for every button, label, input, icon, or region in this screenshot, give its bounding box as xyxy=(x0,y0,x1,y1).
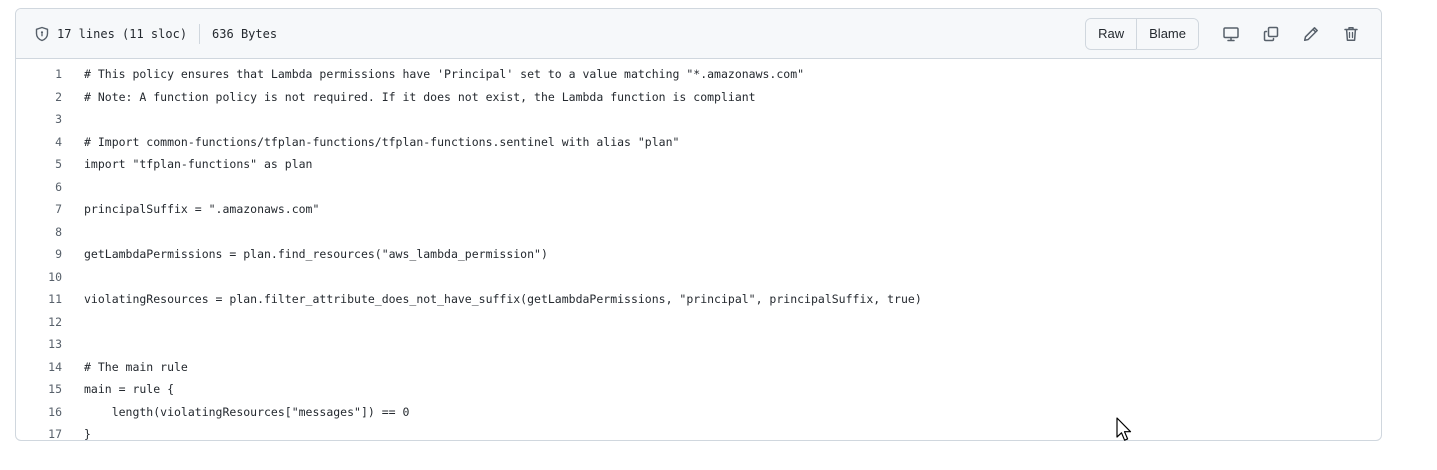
code-line: 13 xyxy=(16,333,1381,356)
raw-button[interactable]: Raw xyxy=(1086,18,1137,49)
line-content: # Note: A function policy is not require… xyxy=(84,89,756,104)
line-number[interactable]: 13 xyxy=(16,333,62,356)
line-number[interactable]: 8 xyxy=(16,221,62,244)
line-content: length(violatingResources["messages"]) =… xyxy=(84,404,410,419)
line-number[interactable]: 10 xyxy=(16,266,62,289)
line-content: violatingResources = plan.filter_attribu… xyxy=(84,292,922,306)
line-content: # This policy ensures that Lambda permis… xyxy=(84,67,805,81)
code-line: 16 length(violatingResources["messages"]… xyxy=(16,401,1381,424)
line-number[interactable]: 11 xyxy=(16,288,62,311)
line-number[interactable]: 1 xyxy=(16,63,62,86)
line-content xyxy=(62,333,84,356)
code-line: 6 xyxy=(16,176,1381,199)
code-line: 4 # Import common-functions/tfplan-functi… xyxy=(16,131,1381,154)
code-line: 15 main = rule { xyxy=(16,378,1381,401)
file-size: 636 Bytes xyxy=(212,26,278,41)
line-number[interactable]: 7 xyxy=(16,198,62,221)
line-number[interactable]: 4 xyxy=(16,131,62,154)
code-line: 2 # Note: A function policy is not requir… xyxy=(16,86,1381,109)
line-content: # Import common-functions/tfplan-functio… xyxy=(84,134,680,149)
line-content xyxy=(62,311,84,334)
line-content: import "tfplan-functions" as plan xyxy=(84,157,313,171)
code-line: 1 # This policy ensures that Lambda permi… xyxy=(16,63,1381,86)
line-content xyxy=(62,108,84,131)
line-number[interactable]: 16 xyxy=(16,401,62,424)
line-number[interactable]: 17 xyxy=(16,423,62,440)
trash-icon[interactable] xyxy=(1335,19,1367,49)
code-line: 10 xyxy=(16,266,1381,289)
line-content: # The main rule xyxy=(84,359,188,374)
copy-icon[interactable] xyxy=(1255,19,1287,49)
line-number[interactable]: 9 xyxy=(16,243,62,266)
code-line: 11 violatingResources = plan.filter_attri… xyxy=(16,288,1381,311)
file-header: 17 lines (11 sloc) 636 Bytes Raw Blame xyxy=(16,9,1381,59)
code-line: 7 principalSuffix = ".amazonaws.com" xyxy=(16,198,1381,221)
mouse-cursor-icon xyxy=(1116,417,1132,441)
line-number[interactable]: 5 xyxy=(16,153,62,176)
line-content: principalSuffix = ".amazonaws.com" xyxy=(84,202,320,216)
pencil-icon[interactable] xyxy=(1295,19,1327,49)
line-count: 17 lines (11 sloc) xyxy=(57,26,188,41)
line-content xyxy=(62,176,84,199)
code-line: 14 # The main rule xyxy=(16,356,1381,379)
code-line: 12 xyxy=(16,311,1381,334)
code-body[interactable]: 1 # This policy ensures that Lambda permi… xyxy=(16,59,1381,441)
desktop-icon[interactable] xyxy=(1215,19,1247,49)
code-line: 9 getLambdaPermissions = plan.find_resour… xyxy=(16,243,1381,266)
file-info: 17 lines (11 sloc) 636 Bytes xyxy=(34,23,278,44)
line-number[interactable]: 14 xyxy=(16,356,62,379)
code-line: 8 xyxy=(16,221,1381,244)
code-line: 3 xyxy=(16,108,1381,131)
line-content: main = rule { xyxy=(84,382,175,396)
code-line: 5 import "tfplan-functions" as plan xyxy=(16,153,1381,176)
file-viewer: 17 lines (11 sloc) 636 Bytes Raw Blame 1… xyxy=(15,8,1382,441)
line-number[interactable]: 12 xyxy=(16,311,62,334)
line-content: } xyxy=(84,427,91,441)
line-number[interactable]: 3 xyxy=(16,108,62,131)
blame-button[interactable]: Blame xyxy=(1136,18,1198,49)
line-number[interactable]: 2 xyxy=(16,86,62,109)
shield-icon[interactable] xyxy=(34,26,50,42)
code-line: 17} xyxy=(16,423,1381,441)
header-divider xyxy=(199,23,201,44)
line-content: getLambdaPermissions = plan.find_resourc… xyxy=(84,247,548,261)
line-content xyxy=(62,266,84,289)
line-number[interactable]: 6 xyxy=(16,176,62,199)
raw-blame-group: Raw Blame xyxy=(1085,17,1199,50)
line-content xyxy=(62,221,84,244)
file-actions: Raw Blame xyxy=(1085,17,1367,50)
line-number[interactable]: 15 xyxy=(16,378,62,401)
